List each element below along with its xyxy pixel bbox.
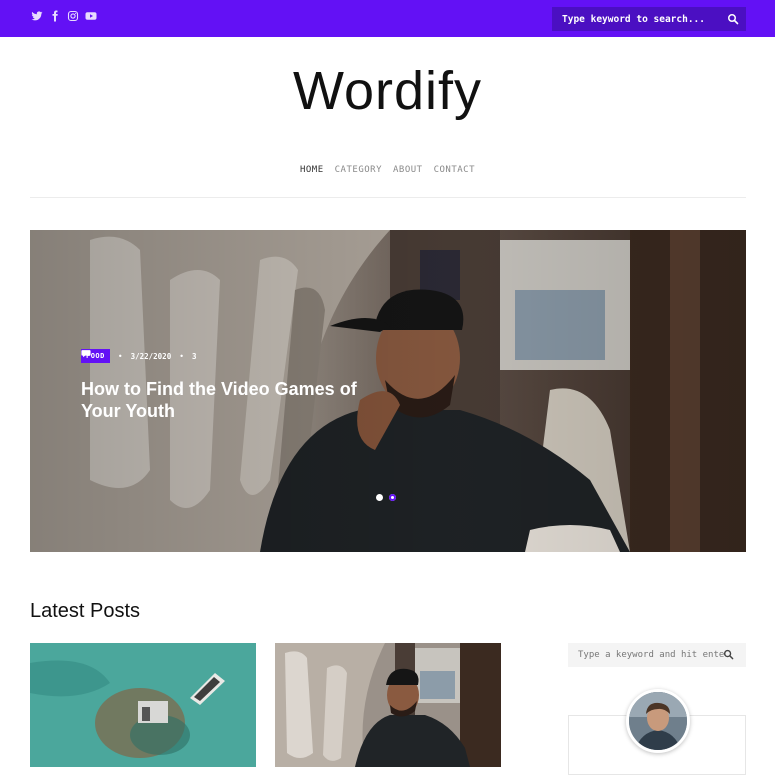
nav-category[interactable]: CATEGORY [335, 165, 382, 175]
meta-separator: • [117, 351, 123, 361]
search-icon[interactable] [727, 13, 739, 25]
nav-contact[interactable]: CONTACT [434, 165, 475, 175]
sidebar-search [568, 643, 746, 667]
nav-about[interactable]: ABOUT [393, 165, 423, 175]
site-logo[interactable]: Wordify [0, 60, 775, 122]
post-thumbnail [30, 643, 256, 767]
hero-slider[interactable]: FOOD • 3/22/2020 • 3 How to Find the Vid… [30, 230, 746, 552]
slider-dots [376, 494, 396, 501]
hero-post-title[interactable]: How to Find the Video Games of Your Yout… [81, 378, 381, 422]
search-icon[interactable] [723, 649, 734, 660]
post-date: 3/22/2020 [130, 351, 172, 361]
instagram-icon[interactable] [67, 10, 79, 22]
comment-count: 3 [191, 351, 197, 361]
main-nav: HOME CATEGORY ABOUT CONTACT [0, 165, 775, 175]
top-bar [0, 0, 775, 37]
social-links [31, 10, 97, 22]
avatar[interactable] [626, 689, 690, 753]
author-photo [629, 692, 687, 750]
header-search [552, 7, 746, 31]
sidebar-search-input[interactable] [568, 643, 728, 667]
hero-meta: FOOD • 3/22/2020 • 3 [81, 349, 196, 363]
post-card[interactable] [275, 643, 501, 767]
post-thumbnail [275, 643, 501, 767]
twitter-icon[interactable] [31, 10, 43, 22]
post-card[interactable] [30, 643, 256, 767]
comments-icon [81, 350, 91, 358]
slider-dot-1[interactable] [376, 494, 383, 501]
header-divider [30, 197, 746, 198]
header-search-input[interactable] [552, 7, 722, 31]
latest-posts-heading: Latest Posts [30, 600, 141, 622]
meta-separator: • [179, 351, 184, 361]
slider-dot-2[interactable] [389, 494, 396, 501]
facebook-icon[interactable] [49, 10, 61, 22]
youtube-icon[interactable] [85, 10, 97, 22]
nav-home[interactable]: HOME [300, 165, 324, 175]
